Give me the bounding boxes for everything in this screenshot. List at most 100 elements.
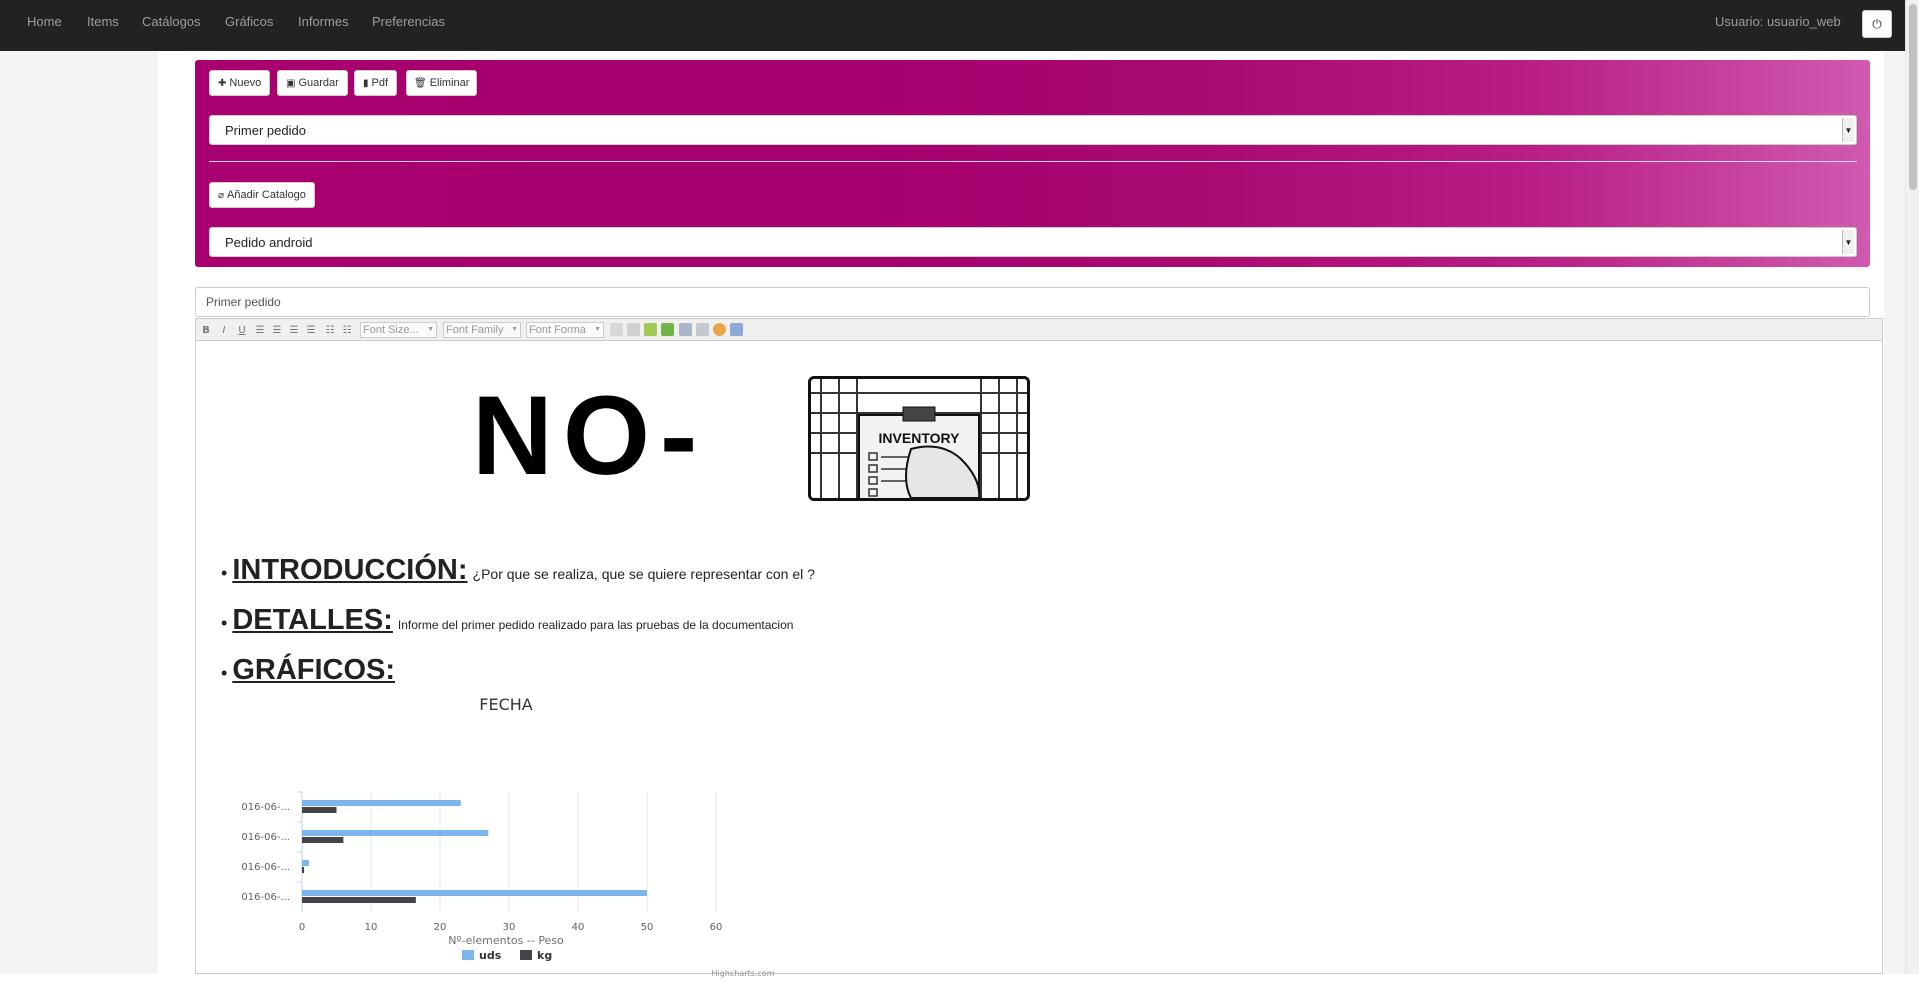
editor-toolbar: B I U ☰ ☰ ☰ ☰ ☷ ☷ Font Size... ▼ Font Fa… <box>196 319 1882 341</box>
page-left-background <box>0 51 158 974</box>
bullet-dot: • <box>221 563 228 583</box>
chart-legend[interactable]: uds kg <box>462 949 552 962</box>
bullet-list-icon[interactable]: ☷ <box>323 323 337 337</box>
delete-button[interactable]: 🗑 Eliminar <box>406 70 478 96</box>
italic-icon[interactable]: I <box>217 323 231 337</box>
power-icon: ⏻ <box>1872 16 1882 31</box>
legend-label-kg: kg <box>537 949 552 962</box>
bar-kg <box>302 897 416 903</box>
copy-icon[interactable] <box>627 323 640 336</box>
file-icon: ▮ <box>363 77 369 89</box>
bullet-dot: • <box>221 663 228 683</box>
delete-button-label: Eliminar <box>429 77 470 89</box>
catalog-select-value: Pedido android <box>225 234 313 250</box>
top-navbar: Home Items Catálogos Gráficos Informes P… <box>0 0 1905 51</box>
section-body: Informe del primer pedido realizado para… <box>397 618 794 632</box>
save-button-label: Guardar <box>298 77 339 89</box>
font-format-select-value: Font Forma <box>529 324 586 336</box>
bar-kg <box>302 807 337 813</box>
category-label: 016-06-... <box>241 802 290 813</box>
chart-category-labels: 016-06-... 016-06-... 016-06-... 016-06-... <box>241 802 290 903</box>
chevron-down-icon: ▼ <box>594 326 601 333</box>
report-select[interactable]: Primer pedido ▼ <box>209 115 1857 145</box>
chevron-down-icon[interactable]: ▼ <box>1842 230 1854 254</box>
nav-items[interactable]: Items <box>87 14 119 29</box>
catalog-select[interactable]: Pedido android ▼ <box>209 227 1857 257</box>
logo-text: NO- <box>472 373 708 498</box>
insert-image-icon[interactable] <box>661 323 674 336</box>
x-tick-label: 60 <box>710 922 723 933</box>
font-family-select[interactable]: Font Family ▼ <box>443 322 521 338</box>
align-left-icon[interactable]: ☰ <box>253 323 267 337</box>
bar-kg <box>302 837 344 843</box>
paste-icon[interactable] <box>644 323 657 336</box>
editor-content[interactable]: NO- INVENTORY • INTRODUCCIÓN: ¿Por que s… <box>196 342 1882 978</box>
chevron-down-icon: ▼ <box>427 326 434 333</box>
bar-uds <box>302 830 489 836</box>
plus-icon: ✚ <box>218 77 227 89</box>
font-size-select[interactable]: Font Size... ▼ <box>360 322 437 338</box>
nav-catalogos[interactable]: Catálogos <box>142 14 201 29</box>
bar-uds <box>302 890 647 896</box>
cut-icon[interactable] <box>610 323 623 336</box>
new-button-label: Nuevo <box>229 77 262 89</box>
rich-text-editor[interactable]: B I U ☰ ☰ ☰ ☰ ☷ ☷ Font Size... ▼ Font Fa… <box>195 318 1883 978</box>
underline-icon[interactable]: U <box>235 323 249 337</box>
color-icon[interactable] <box>713 323 726 336</box>
add-catalog-label: Añadir Catalogo <box>227 189 306 201</box>
new-button[interactable]: ✚ Nuevo <box>209 70 271 96</box>
align-justify-icon[interactable]: ☰ <box>304 323 318 337</box>
numbered-list-icon[interactable]: ☷ <box>340 323 354 337</box>
chevron-down-icon[interactable]: ▼ <box>1842 118 1854 142</box>
scrollbar-thumb[interactable] <box>1909 4 1917 190</box>
chart-bars <box>302 800 647 903</box>
bar-uds <box>302 860 309 866</box>
pdf-button-label: Pdf <box>371 77 389 89</box>
section-heading: DETALLES: <box>232 604 393 636</box>
chart-icon[interactable] <box>730 323 743 336</box>
nav-home[interactable]: Home <box>27 14 62 29</box>
save-button[interactable]: ▣ Guardar <box>277 70 348 96</box>
panel-divider <box>209 161 1857 162</box>
nav-graficos[interactable]: Gráficos <box>225 14 273 29</box>
x-tick-label: 30 <box>503 922 516 933</box>
x-tick-label: 20 <box>434 922 447 933</box>
bullet-dot: • <box>221 613 228 633</box>
section-body: ¿Por que se realiza, que se quiere repre… <box>472 566 815 582</box>
bar-kg <box>302 867 305 873</box>
align-right-icon[interactable]: ☰ <box>287 323 301 337</box>
x-tick-label: 40 <box>572 922 585 933</box>
report-controls-panel: ✚ Nuevo ▣ Guardar ▮ Pdf 🗑 Eliminar Prime… <box>195 60 1870 267</box>
bar-uds <box>302 800 461 806</box>
nav-informes[interactable]: Informes <box>298 14 349 29</box>
bold-icon[interactable]: B <box>199 323 213 337</box>
chevron-down-icon: ▼ <box>511 326 518 333</box>
logout-button[interactable]: ⏻ <box>1862 10 1892 38</box>
section-introduccion: • INTRODUCCIÓN: ¿Por que se realiza, que… <box>221 554 815 587</box>
unlink-icon[interactable] <box>696 323 709 336</box>
category-label: 016-06-... <box>241 892 290 903</box>
chart-title: FECHA <box>479 695 533 714</box>
floppy-icon: ▣ <box>286 77 296 89</box>
report-title-value: Primer pedido <box>206 295 281 309</box>
pdf-button[interactable]: ▮ Pdf <box>354 70 398 96</box>
inventory-image: INVENTORY <box>808 376 1030 501</box>
chart-x-axis-title: Nº-elementos -- Peso <box>448 934 564 947</box>
bar-chart: FECHA 016-06-...016-06-...016-06-...016-… <box>241 695 774 978</box>
nav-preferencias[interactable]: Preferencias <box>372 14 445 29</box>
inventory-clipboard-icon: INVENTORY <box>811 379 1027 498</box>
add-catalog-button[interactable]: ⌀ Añadir Catalogo <box>209 182 315 208</box>
legend-swatch-kg <box>520 950 532 960</box>
link-icon[interactable] <box>679 323 692 336</box>
section-detalles: • DETALLES: Informe del primer pedido re… <box>221 604 793 637</box>
category-label: 016-06-... <box>241 862 290 873</box>
legend-label-uds: uds <box>479 949 502 962</box>
report-title-input[interactable]: Primer pedido <box>195 287 1870 317</box>
category-label: 016-06-... <box>241 832 290 843</box>
x-tick-label: 50 <box>641 922 654 933</box>
x-tick-label: 0 <box>299 922 305 933</box>
page-scrollbar[interactable] <box>1905 0 1919 974</box>
align-center-icon[interactable]: ☰ <box>270 323 284 337</box>
section-heading: INTRODUCCIÓN: <box>232 554 468 586</box>
font-format-select[interactable]: Font Forma ▼ <box>526 322 604 338</box>
